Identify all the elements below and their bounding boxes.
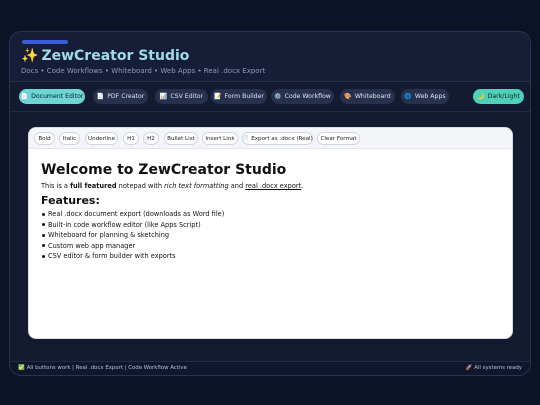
- list-item: Built-in code workflow editor (like Apps…: [41, 220, 501, 231]
- moon-icon: 🌙: [477, 93, 485, 100]
- tab-whiteboard[interactable]: 🎨 Whiteboard: [340, 89, 395, 104]
- format-toolbar: Bold Italic Underline H1 H2 Bullet List …: [29, 128, 512, 149]
- intro-text: This is a: [41, 182, 71, 190]
- tab-label: Web Apps: [414, 93, 446, 100]
- check-icon: ✅: [18, 365, 25, 371]
- features-heading: Features:: [41, 194, 100, 207]
- app-subtitle: Docs • Code Workflows • Whiteboard • Web…: [21, 67, 266, 75]
- h2-button[interactable]: H2: [143, 132, 159, 145]
- rocket-icon: 🚀: [465, 365, 473, 371]
- intro-underline: real .docx export: [245, 182, 302, 190]
- sparkles-icon: ✨: [21, 48, 39, 64]
- bold-button[interactable]: Bold: [34, 132, 55, 145]
- bullet-list-button[interactable]: Bullet List: [164, 132, 198, 145]
- pdf-icon: 📄: [96, 93, 105, 100]
- app-header: ✨ ZewCreator Studio Docs • Code Workflows…: [10, 32, 530, 82]
- app-title-text: ZewCreator Studio: [41, 48, 190, 64]
- tab-label: Whiteboard: [354, 93, 391, 100]
- gear-icon: ⚙️: [274, 93, 282, 100]
- list-item: Custom web app manager: [41, 241, 501, 252]
- tab-label: Code Workflow: [284, 93, 331, 100]
- chart-icon: 📊: [159, 93, 168, 100]
- intro-text: and: [228, 182, 246, 190]
- tab-label: Form Builder: [224, 93, 264, 100]
- document-content[interactable]: Welcome to ZewCreator Studio This is a f…: [41, 161, 501, 262]
- export-docx-label: Export as .docx (Real): [251, 135, 313, 142]
- clear-format-button[interactable]: Clear Format: [317, 132, 360, 145]
- tab-label: CSV Editor: [170, 93, 204, 100]
- intro-bold: full featured: [70, 182, 117, 190]
- theme-toggle-button[interactable]: 🌙 Dark/Light: [473, 89, 524, 104]
- intro-italic: rich text formatting: [164, 182, 229, 190]
- brand-strip: [22, 40, 68, 44]
- document-editor-panel: Bold Italic Underline H1 H2 Bullet List …: [28, 127, 513, 339]
- tab-form-builder[interactable]: 📝 Form Builder: [211, 89, 267, 104]
- status-right: 🚀 All systems ready: [466, 365, 522, 371]
- underline-button[interactable]: Underline: [85, 132, 118, 145]
- h1-button[interactable]: H1: [123, 132, 139, 145]
- palette-icon: 🎨: [344, 93, 352, 100]
- list-item: Real .docx document export (downloads as…: [41, 209, 501, 220]
- tab-pdf-creator[interactable]: 📄 PDF Creator: [93, 89, 148, 104]
- intro-text: notepad with: [116, 182, 165, 190]
- tab-csv-editor[interactable]: 📊 CSV Editor: [155, 89, 208, 104]
- document-icon: 📄: [20, 93, 29, 100]
- list-item: Whiteboard for planning & sketching: [41, 230, 501, 241]
- main-nav: 📄 Document Editor 📄 PDF Creator 📊 CSV Edito…: [10, 82, 530, 112]
- intro-paragraph: This is a full featured notepad with ric…: [41, 182, 501, 191]
- document-heading: Welcome to ZewCreator Studio: [41, 162, 287, 178]
- status-right-text: All systems ready: [474, 365, 522, 371]
- app-window: ✨ ZewCreator Studio Docs • Code Workflows…: [9, 31, 531, 376]
- globe-icon: 🌐: [404, 93, 412, 100]
- export-docx-button[interactable]: 📄 Export as .docx (Real): [242, 132, 313, 145]
- features-list: Real .docx document export (downloads as…: [41, 209, 501, 262]
- tab-code-workflow[interactable]: ⚙️ Code Workflow: [271, 89, 334, 104]
- tab-document-editor[interactable]: 📄 Document Editor: [19, 89, 85, 104]
- intro-text: .: [301, 182, 304, 190]
- tab-label: Document Editor: [31, 93, 84, 100]
- list-item: CSV editor & form builder with exports: [41, 251, 501, 262]
- status-left-text: All buttons work | Real .docx Export | C…: [26, 365, 187, 371]
- status-bar: ✅ All buttons work | Real .docx Export | …: [10, 361, 530, 375]
- app-title: ✨ ZewCreator Studio: [21, 48, 189, 64]
- document-icon: 📄: [242, 135, 250, 142]
- theme-toggle-label: Dark/Light: [487, 93, 520, 100]
- form-icon: 📝: [214, 93, 222, 100]
- insert-link-button[interactable]: Insert Link: [202, 132, 238, 145]
- tab-web-apps[interactable]: 🌐 Web Apps: [401, 89, 449, 104]
- status-left: ✅ All buttons work | Real .docx Export | …: [18, 365, 187, 371]
- italic-button[interactable]: Italic: [59, 132, 80, 145]
- tab-label: PDF Creator: [107, 93, 145, 100]
